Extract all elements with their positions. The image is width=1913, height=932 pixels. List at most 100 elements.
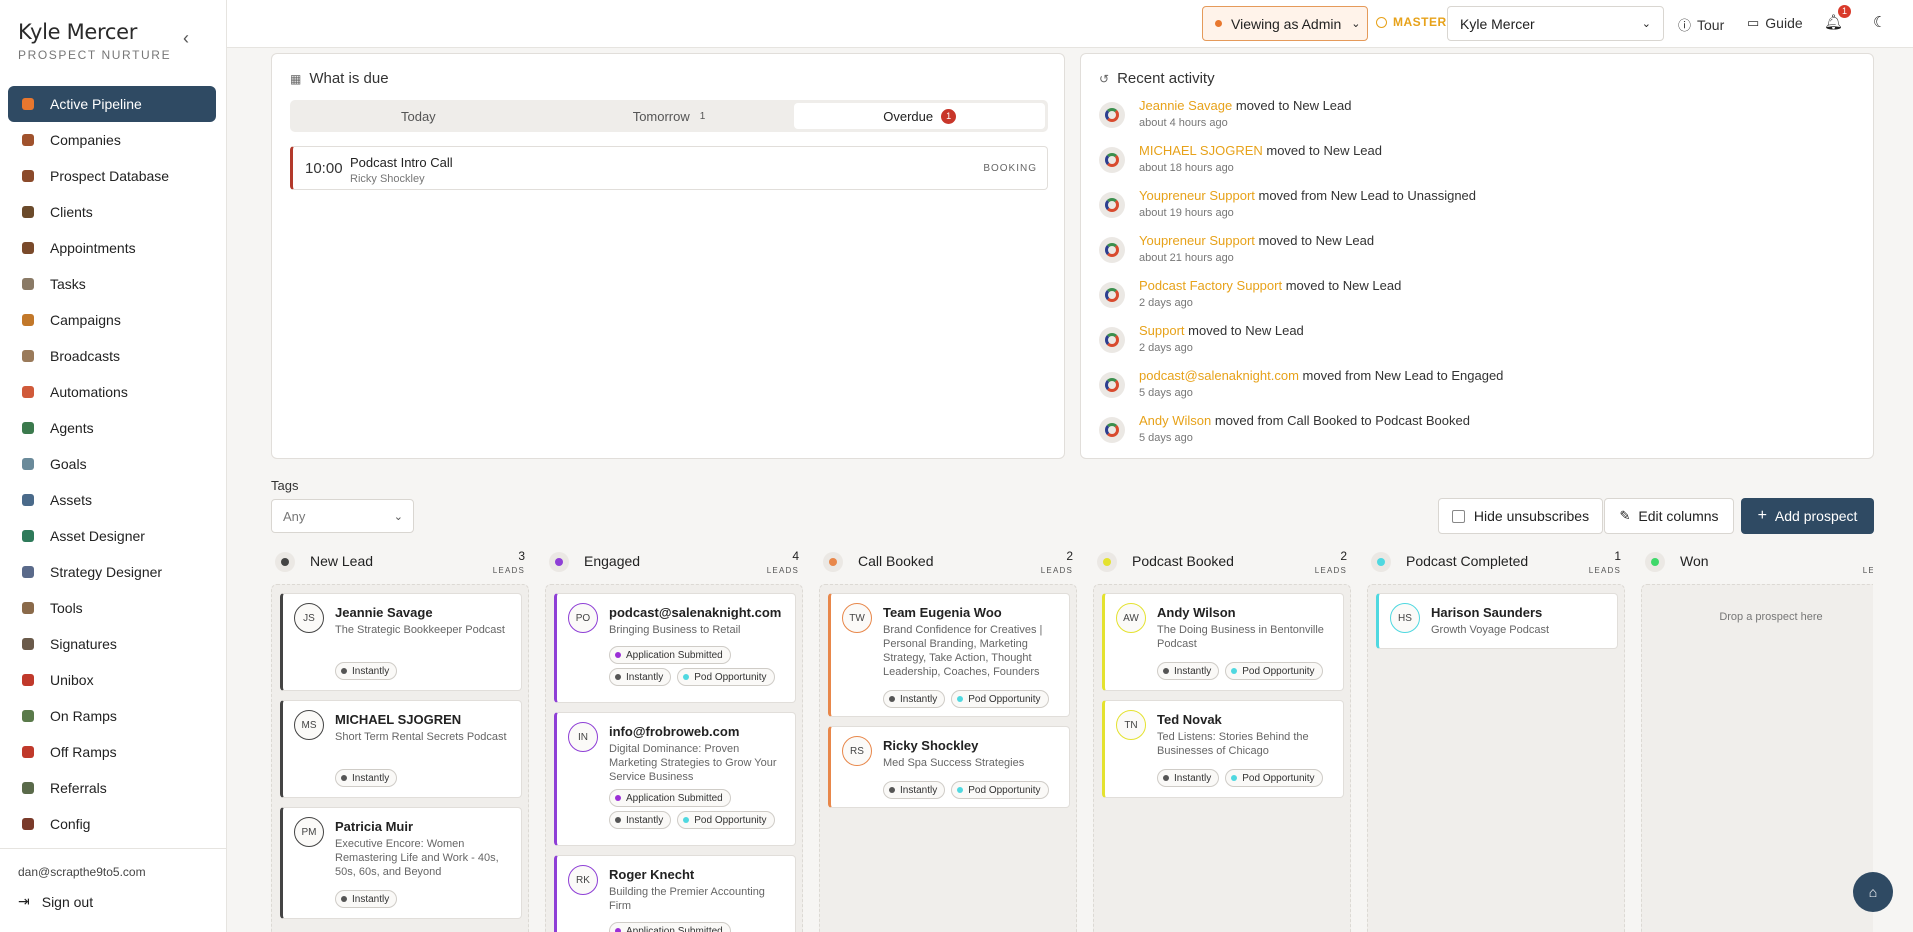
column-drop-zone[interactable]: Drop a prospect here — [1641, 584, 1873, 932]
sidebar-item-signatures[interactable]: Signatures — [8, 626, 216, 662]
tour-button[interactable]: ⓘ Tour — [1678, 15, 1724, 34]
activity-prospect-link[interactable]: Podcast Factory Support — [1139, 278, 1282, 293]
sidebar-item-automations[interactable]: Automations — [8, 374, 216, 410]
sidebar-item-label: Goals — [50, 456, 87, 472]
activity-prospect-link[interactable]: Jeannie Savage — [1139, 98, 1232, 113]
notification-badge: 1 — [1838, 5, 1851, 18]
prospect-card[interactable]: HS Harison Saunders Growth Voyage Podcast — [1376, 593, 1618, 649]
antenna-icon — [22, 350, 34, 362]
tag-chips: Instantly Pod Opportunity — [1157, 662, 1342, 680]
prospect-card[interactable]: RK Roger Knecht Building the Premier Accou… — [554, 855, 796, 932]
kanban-column-engaged: Engaged 4 LEADS PO podcast@salenaknight.com B… — [545, 546, 803, 932]
prospect-podcast: The Doing Business in Bentonville Podcas… — [1157, 624, 1324, 650]
pen-icon — [22, 638, 34, 650]
chat-bot-button[interactable]: ⌂ — [1853, 872, 1893, 912]
dark-mode-toggle-moon-icon[interactable]: ☾ — [1873, 13, 1886, 31]
column-drop-zone[interactable]: JS Jeannie Savage The Strategic Bookkeeper… — [271, 584, 529, 932]
checkbox-box[interactable] — [1451, 509, 1465, 523]
tag-chips: Instantly Pod Opportunity — [1157, 769, 1342, 787]
sidebar-item-appointments[interactable]: Appointments — [8, 230, 216, 266]
activity-prospect-link[interactable]: podcast@salenaknight.com — [1139, 368, 1299, 383]
due-item-contact: Ricky Shockley — [350, 173, 425, 185]
column-drop-zone[interactable]: HS Harison Saunders Growth Voyage Podcast — [1367, 584, 1625, 932]
prospect-name: Roger Knecht — [609, 867, 695, 882]
sidebar-item-strategy-designer[interactable]: Strategy Designer — [8, 554, 216, 590]
sidebar-item-tools[interactable]: Tools — [8, 590, 216, 626]
column-drop-zone[interactable]: PO podcast@salenaknight.com Bringing Busin… — [545, 584, 803, 932]
prospect-card[interactable]: MS MICHAEL SJOGREN Short Term Rental Secre… — [280, 700, 522, 798]
activity-prospect-link[interactable]: Support — [1139, 323, 1185, 338]
sidebar-item-campaigns[interactable]: Campaigns — [8, 302, 216, 338]
prospect-card[interactable]: AW Andy Wilson The Doing Business in Bento… — [1102, 593, 1344, 691]
edit-columns-button[interactable]: ✎ Edit columns — [1604, 498, 1734, 534]
user-icon — [22, 206, 34, 218]
brand: Kyle Mercer PROSPECT NURTURE — [18, 20, 171, 62]
pipeline-icon — [22, 98, 34, 110]
sidebar-item-goals[interactable]: Goals — [8, 446, 216, 482]
guide-button[interactable]: ▭ Guide — [1747, 15, 1803, 31]
prospect-card[interactable]: TN Ted Novak Ted Listens: Stories Behind t… — [1102, 700, 1344, 798]
ramp-icon — [22, 710, 34, 722]
viewing-as-dropdown[interactable]: Viewing as Admin ⌄ — [1202, 6, 1368, 41]
prospect-card[interactable]: RS Ricky Shockley Med Spa Success Strategi… — [828, 726, 1070, 808]
due-item-type: BOOKING — [983, 163, 1037, 174]
tag-chips: Instantly — [335, 769, 520, 787]
activity-prospect-link[interactable]: Andy Wilson — [1139, 413, 1211, 428]
activity-text: Podcast Factory Support moved to New Lea… — [1139, 278, 1401, 293]
add-prospect-button[interactable]: + Add prospect — [1741, 498, 1874, 534]
tag-chip-instantly: Instantly — [335, 890, 398, 908]
tab-today[interactable]: Today — [293, 103, 544, 129]
activity-row: Podcast Factory Support moved to New Lea… — [1099, 278, 1859, 318]
sidebar-item-asset-designer[interactable]: Asset Designer — [8, 518, 216, 554]
prospect-card[interactable]: PO podcast@salenaknight.com Bringing Busin… — [554, 593, 796, 703]
sidebar-item-label: Strategy Designer — [50, 564, 163, 580]
master-icon — [1376, 16, 1387, 28]
sidebar-item-broadcasts[interactable]: Broadcasts — [8, 338, 216, 374]
sign-out-button[interactable]: ⇥ Sign out — [0, 879, 227, 910]
sidebar-item-active-pipeline[interactable]: Active Pipeline — [8, 86, 216, 122]
sidebar-item-referrals[interactable]: Referrals — [8, 770, 216, 806]
activity-time: about 19 hours ago — [1139, 207, 1234, 219]
prospect-card[interactable]: JS Jeannie Savage The Strategic Bookkeeper… — [280, 593, 522, 691]
sidebar-item-clients[interactable]: Clients — [8, 194, 216, 230]
recent-activity-title: ↺ Recent activity — [1099, 70, 1215, 87]
column-name: New Lead — [310, 553, 374, 569]
due-item-time: 10:00 — [305, 160, 343, 177]
sidebar-item-label: Clients — [50, 204, 93, 220]
sidebar-item-off-ramps[interactable]: Off Ramps — [8, 734, 216, 770]
tag-chips: Application Submitted Instantly Pod Opport… — [609, 646, 794, 686]
kanban-column-call-booked: Call Booked 2 LEADS TW Team Eugenia Woo Brand… — [819, 546, 1077, 932]
tab-tomorrow[interactable]: Tomorrow 1 — [544, 103, 795, 129]
sidebar-item-unibox[interactable]: Unibox — [8, 662, 216, 698]
account-select[interactable]: Kyle Mercer ⌄ — [1447, 6, 1664, 41]
tag-chip-label: Instantly — [352, 772, 390, 784]
activity-prospect-link[interactable]: Youpreneur Support — [1139, 233, 1255, 248]
collapse-sidebar-chevron-icon[interactable]: ‹ — [176, 28, 196, 48]
sidebar-item-tasks[interactable]: Tasks — [8, 266, 216, 302]
avatar: TW — [842, 603, 872, 633]
activity-time: 5 days ago — [1139, 432, 1193, 444]
sidebar-item-on-ramps[interactable]: On Ramps — [8, 698, 216, 734]
activity-text: Youpreneur Support moved to New Lead — [1139, 233, 1374, 248]
sidebar-item-agents[interactable]: Agents — [8, 410, 216, 446]
sidebar-item-config[interactable]: Config — [8, 806, 216, 842]
tags-filter-value: Any — [283, 508, 306, 524]
sidebar-item-companies[interactable]: Companies — [8, 122, 216, 158]
sidebar-footer: dan@scrapthe9to5.com ⇥ Sign out — [0, 848, 227, 910]
activity-prospect-link[interactable]: Youpreneur Support — [1139, 188, 1255, 203]
prospect-name: Jeannie Savage — [335, 605, 433, 620]
sidebar-item-prospect-database[interactable]: Prospect Database — [8, 158, 216, 194]
sidebar-item-assets[interactable]: Assets — [8, 482, 216, 518]
tab-overdue[interactable]: Overdue 1 — [794, 103, 1046, 129]
column-drop-zone[interactable]: AW Andy Wilson The Doing Business in Bento… — [1093, 584, 1351, 932]
column-drop-zone[interactable]: TW Team Eugenia Woo Brand Confidence for C… — [819, 584, 1077, 932]
prospect-card[interactable]: TW Team Eugenia Woo Brand Confidence for C… — [828, 593, 1070, 717]
tags-filter-select[interactable]: Any ⌄ — [271, 499, 414, 533]
column-header: Podcast Booked 2 LEADS — [1093, 546, 1351, 578]
prospect-card[interactable]: IN info@frobroweb.com Digital Dominance: P… — [554, 712, 796, 846]
due-item[interactable]: 10:00 Podcast Intro Call Ricky Shockley … — [290, 146, 1048, 190]
hide-unsubscribes-checkbox[interactable]: Hide unsubscribes — [1438, 498, 1603, 534]
recent-activity-title-text: Recent activity — [1117, 70, 1215, 87]
activity-prospect-link[interactable]: MICHAEL SJOGREN — [1139, 143, 1263, 158]
prospect-card[interactable]: PM Patricia Muir Executive Encore: Women R… — [280, 807, 522, 919]
